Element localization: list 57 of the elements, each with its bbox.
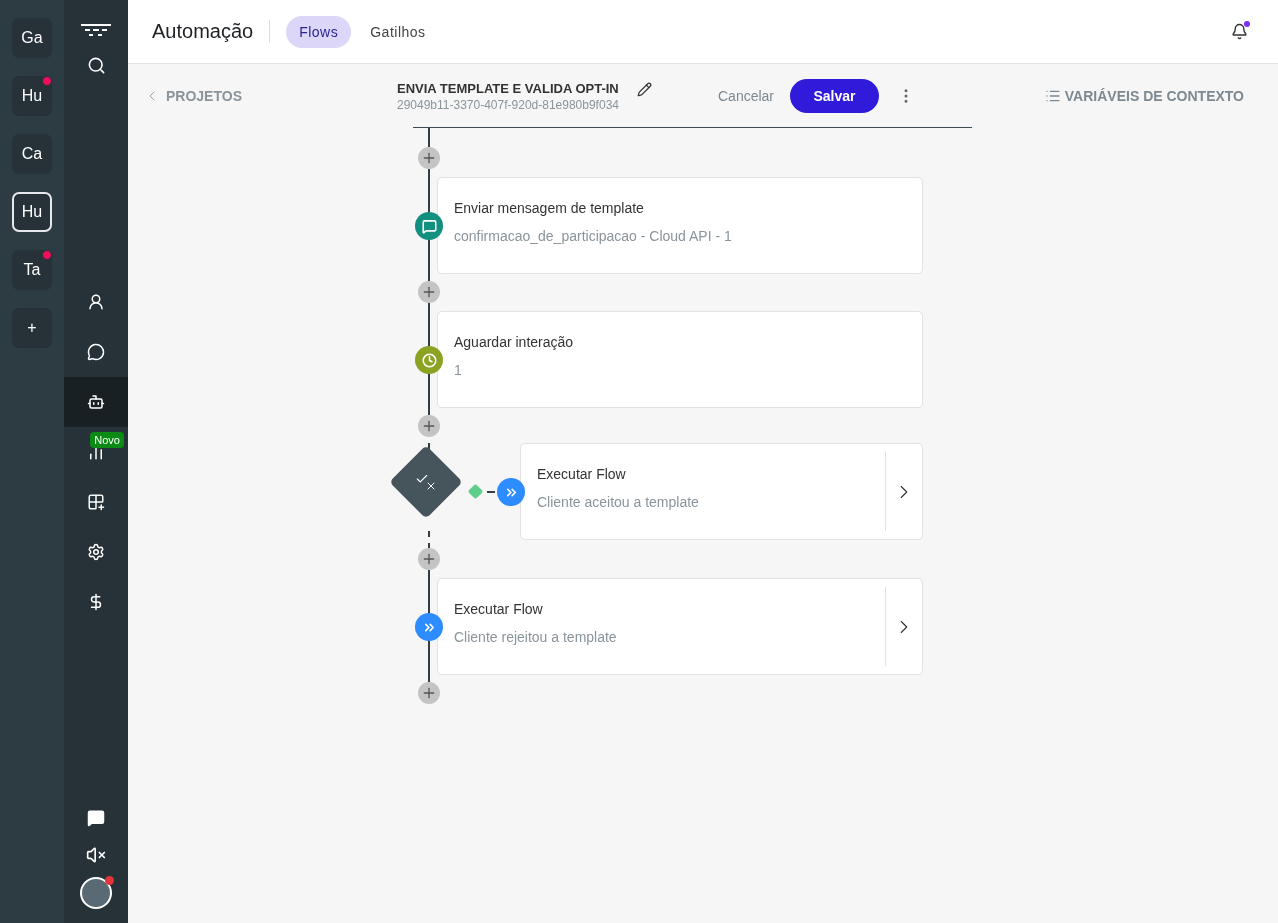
tab[interactable]: Flows [286,15,352,48]
workspace-button[interactable]: + [12,308,52,348]
add-step-button[interactable] [418,548,440,570]
flow-name: ENVIA TEMPLATE E VALIDA OPT-IN [397,80,620,96]
notification-dot [42,76,52,86]
step-card[interactable]: Executar Flow Cliente rejeitou a template [437,578,923,675]
workspace-button[interactable]: Hu [12,76,52,116]
step-card[interactable]: Enviar mensagem de template confirmacao_de_participacao - Cloud API - 1 [437,177,923,274]
step-subtitle: confirmacao_de_participacao - Cloud API - 1 [454,228,733,244]
add-step-button[interactable] [418,682,440,704]
nav-item[interactable]: Novo [64,427,128,477]
contacts-icon [87,293,105,311]
clock-icon [415,346,443,374]
plus-icon [421,150,437,166]
nav-item[interactable] [64,377,128,427]
workspace-button[interactable]: Hu [12,192,52,232]
chevrons-icon [415,613,443,641]
step-card[interactable]: Aguardar interação 1 [437,311,923,408]
chat-icon [87,343,105,361]
plus-icon [421,551,437,567]
logo-icon [81,24,111,36]
add-step-button[interactable] [418,147,440,169]
chevrons-icon [497,478,525,506]
step-title: Executar Flow [454,601,544,617]
plus-icon [421,685,437,701]
apps-grid-icon [87,493,105,511]
tab[interactable]: Gatilhos [357,15,439,48]
plus-icon [421,284,437,300]
avatar[interactable] [80,877,112,909]
plus-icon [421,418,437,434]
step-card[interactable]: Executar Flow Cliente aceitou a template [520,443,923,540]
notification-bell-icon[interactable] [1231,23,1248,40]
edit-icon[interactable] [637,81,652,97]
step-subtitle: 1 [454,362,463,378]
mute-icon[interactable] [86,845,106,865]
workspace-button[interactable]: Ta [12,250,52,290]
step-subtitle: Cliente aceitou a template [537,494,700,510]
add-step-button[interactable] [418,415,440,437]
flow-id: 29049b11-3370-407f-920d-81e980b9f034 [397,97,620,112]
bot-icon [87,393,105,411]
workspace-button[interactable]: Ca [12,134,52,174]
workspace-button[interactable]: Ga [12,18,52,58]
step-title: Enviar mensagem de template [454,200,645,216]
page-title: Automação [152,20,271,43]
step-subtitle: Cliente rejeitou a template [454,629,618,645]
settings-icon [87,543,105,561]
notification-dot [42,250,52,260]
add-step-button[interactable] [418,281,440,303]
step-title: Aguardar interação [454,334,575,350]
message-icon [415,212,443,240]
new-badge: Novo [90,432,124,448]
step-title: Executar Flow [537,466,627,482]
status-dot [105,876,114,885]
search-icon[interactable] [86,56,106,75]
list-icon [1044,88,1061,104]
save-button[interactable]: Salvar [790,79,880,113]
chat-icon[interactable] [87,809,105,827]
